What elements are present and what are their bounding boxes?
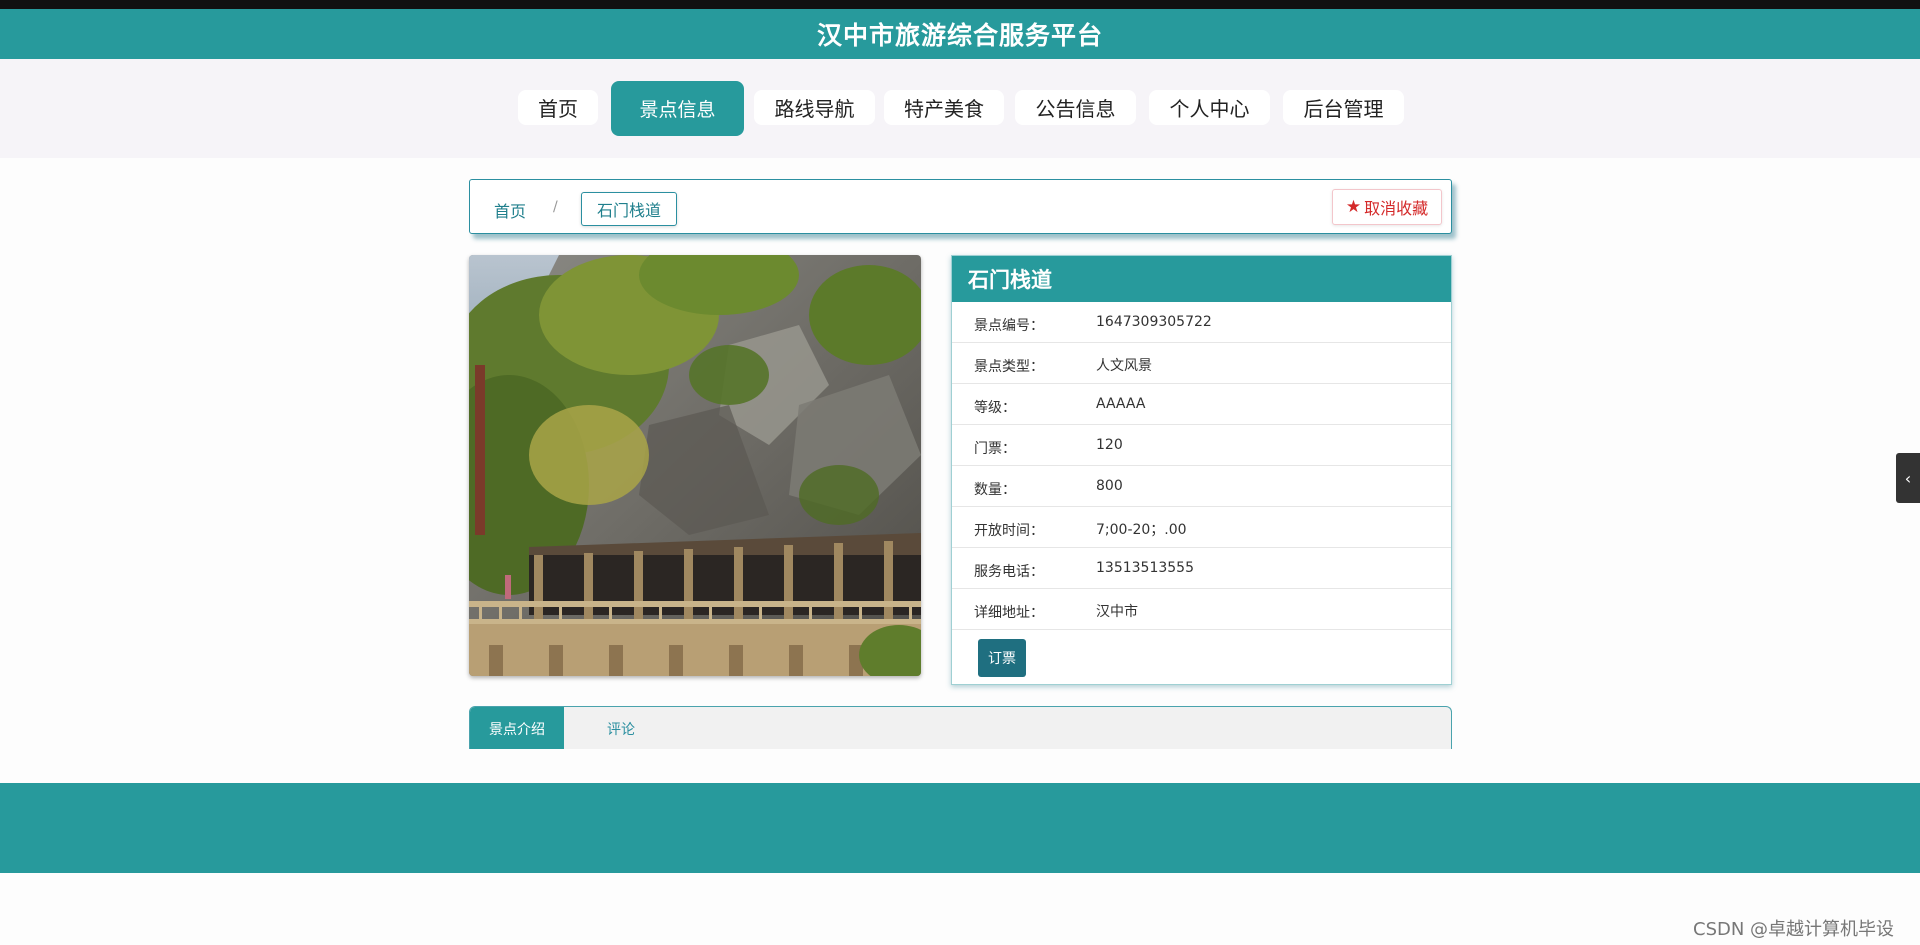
nav-item-food[interactable]: 特产美食: [884, 90, 1004, 125]
info-row-level: 等级： AAAAA: [952, 384, 1451, 425]
info-label: 等级：: [974, 400, 1016, 416]
nav-item-home[interactable]: 首页: [518, 90, 598, 125]
info-row-phone: 服务电话： 13513513555: [952, 548, 1451, 589]
info-label: 服务电话：: [974, 564, 1044, 580]
site-header: 汉中市旅游综合服务平台: [0, 9, 1920, 59]
info-value: AAAAA: [1096, 396, 1146, 412]
breadcrumb-home-link[interactable]: 首页: [494, 198, 526, 222]
star-icon: ★: [1345, 197, 1362, 217]
info-value: 800: [1096, 478, 1123, 494]
unfavorite-label: 取消收藏: [1364, 199, 1429, 218]
site-footer: [0, 783, 1920, 873]
site-title: 汉中市旅游综合服务平台: [816, 21, 1103, 50]
unfavorite-button[interactable]: ★ 取消收藏: [1332, 189, 1442, 225]
info-label: 数量：: [974, 482, 1016, 498]
info-row-hours: 开放时间： 7;00-20；.00: [952, 507, 1451, 548]
attraction-photo: [469, 255, 921, 676]
tab-introduction[interactable]: 景点介绍: [470, 707, 564, 749]
info-label: 门票：: [974, 441, 1016, 457]
info-row-id: 景点编号： 1647309305722: [952, 302, 1451, 343]
window-top-edge: [0, 0, 1920, 9]
breadcrumb-separator: /: [553, 199, 558, 215]
attraction-info-panel: 石门栈道 景点编号： 1647309305722 景点类型： 人文风景 等级： …: [951, 255, 1452, 685]
info-label: 开放时间：: [974, 523, 1044, 539]
info-label: 详细地址：: [974, 605, 1044, 621]
info-value: 人文风景: [1096, 358, 1152, 374]
info-value: 7;00-20；.00: [1096, 522, 1187, 538]
main-nav: 首页 景点信息 路线导航 特产美食 公告信息 个人中心 后台管理: [0, 59, 1920, 158]
breadcrumb: 首页 / 石门栈道 ★ 取消收藏: [469, 179, 1452, 234]
info-label: 景点编号：: [974, 318, 1044, 334]
info-row-address: 详细地址： 汉中市: [952, 589, 1451, 630]
info-value: 汉中市: [1096, 604, 1138, 620]
watermark: CSDN @卓越计算机毕设: [1693, 919, 1895, 940]
info-label: 景点类型：: [974, 359, 1044, 375]
nav-item-attractions[interactable]: 景点信息: [611, 81, 744, 136]
info-row-quantity: 数量： 800: [952, 466, 1451, 507]
info-value: 1647309305722: [1096, 314, 1212, 330]
chevron-left-icon[interactable]: ‹: [1896, 453, 1920, 503]
nav-item-profile[interactable]: 个人中心: [1149, 90, 1270, 125]
info-row-type: 景点类型： 人文风景: [952, 343, 1451, 384]
book-ticket-button[interactable]: 订票: [978, 639, 1026, 677]
nav-item-admin[interactable]: 后台管理: [1283, 90, 1404, 125]
detail-tabs: 景点介绍 评论: [469, 706, 1452, 749]
info-value: 13513513555: [1096, 560, 1194, 576]
nav-item-notices[interactable]: 公告信息: [1015, 90, 1136, 125]
breadcrumb-current: 石门栈道: [581, 192, 677, 226]
nav-item-routes[interactable]: 路线导航: [754, 90, 875, 125]
info-value: 120: [1096, 437, 1123, 453]
attraction-name: 石门栈道: [952, 256, 1451, 302]
tab-comments[interactable]: 评论: [590, 707, 652, 749]
info-row-ticket: 门票： 120: [952, 425, 1451, 466]
